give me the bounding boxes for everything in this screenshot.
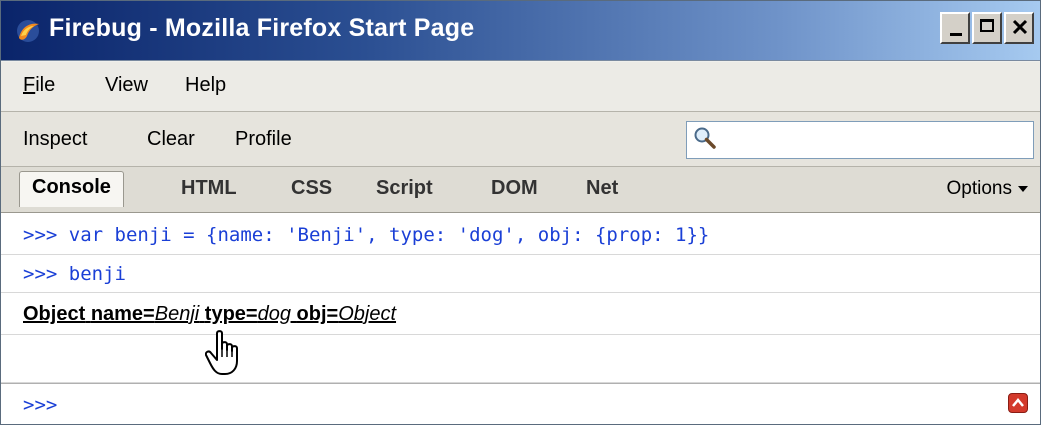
firefox-icon — [15, 18, 41, 44]
prop-value: Benji — [154, 303, 200, 325]
tab-html[interactable]: HTML — [181, 177, 237, 200]
expand-up-icon — [1012, 398, 1024, 407]
caret-down-icon — [1018, 186, 1028, 192]
window-title: Firebug - Mozilla Firefox Start Page — [49, 14, 475, 42]
prop-value: dog — [257, 303, 291, 325]
window-controls — [940, 12, 1034, 44]
title-bar[interactable]: Firebug - Mozilla Firefox Start Page — [1, 1, 1040, 61]
hand-pointer-icon — [205, 330, 238, 375]
close-button[interactable] — [1004, 12, 1034, 44]
minimize-icon — [950, 33, 962, 36]
object-link[interactable]: Object name=Benji type=dog obj=Object — [23, 303, 396, 326]
tab-dom[interactable]: DOM — [491, 177, 538, 200]
prop-value: Object — [338, 303, 397, 325]
command-line[interactable]: >>> — [1, 383, 1040, 424]
magnifier-icon — [694, 127, 716, 149]
console-result-row: Object name=Benji type=dog obj=Object — [1, 293, 1040, 335]
minimize-button[interactable] — [940, 12, 970, 44]
options-menu[interactable]: Options — [947, 178, 1028, 200]
maximize-icon — [980, 19, 994, 32]
profile-button[interactable]: Profile — [235, 128, 292, 151]
tab-script[interactable]: Script — [376, 177, 433, 200]
tab-css[interactable]: CSS — [291, 177, 332, 200]
menu-file-mnemonic: F — [23, 74, 36, 96]
maximize-button[interactable] — [972, 12, 1002, 44]
console-panel: >>> var benji = {name: 'Benji', type: 'd… — [1, 213, 1040, 424]
expand-command-line-button[interactable] — [1008, 393, 1028, 413]
prop-key: name= — [90, 303, 155, 325]
search-input[interactable] — [686, 121, 1034, 159]
console-blank-row — [1, 335, 1040, 383]
menu-bar: File View Help — [1, 62, 1040, 112]
options-label: Options — [946, 178, 1012, 199]
console-command: >>> benji — [23, 263, 126, 285]
menu-help-label: Help — [185, 74, 227, 96]
tab-console[interactable]: Console — [19, 171, 124, 207]
firebug-toolbar: Inspect Clear Profile — [1, 112, 1040, 167]
firefox-window: Firebug - Mozilla Firefox Start Page Fil… — [0, 0, 1041, 425]
menu-view-label: View — [105, 74, 148, 96]
console-prompt: >>> — [23, 394, 58, 416]
console-line: >>> benji — [1, 255, 1040, 293]
console-line: >>> var benji = {name: 'Benji', type: 'd… — [1, 213, 1040, 255]
menu-view[interactable]: View — [105, 74, 148, 97]
close-icon — [1012, 19, 1028, 35]
object-type: Object — [23, 303, 86, 325]
clear-button[interactable]: Clear — [147, 128, 195, 151]
tab-net[interactable]: Net — [586, 177, 618, 200]
prop-key: obj= — [296, 303, 339, 325]
panel-tabs: Console HTML CSS Script DOM Net Options — [1, 167, 1040, 213]
menu-help[interactable]: Help — [185, 74, 226, 97]
prop-key: type= — [204, 303, 258, 325]
console-command: >>> var benji = {name: 'Benji', type: 'd… — [23, 224, 710, 246]
inspect-button[interactable]: Inspect — [23, 128, 87, 151]
menu-file[interactable]: File — [23, 74, 55, 97]
menu-file-label: ile — [35, 74, 56, 96]
